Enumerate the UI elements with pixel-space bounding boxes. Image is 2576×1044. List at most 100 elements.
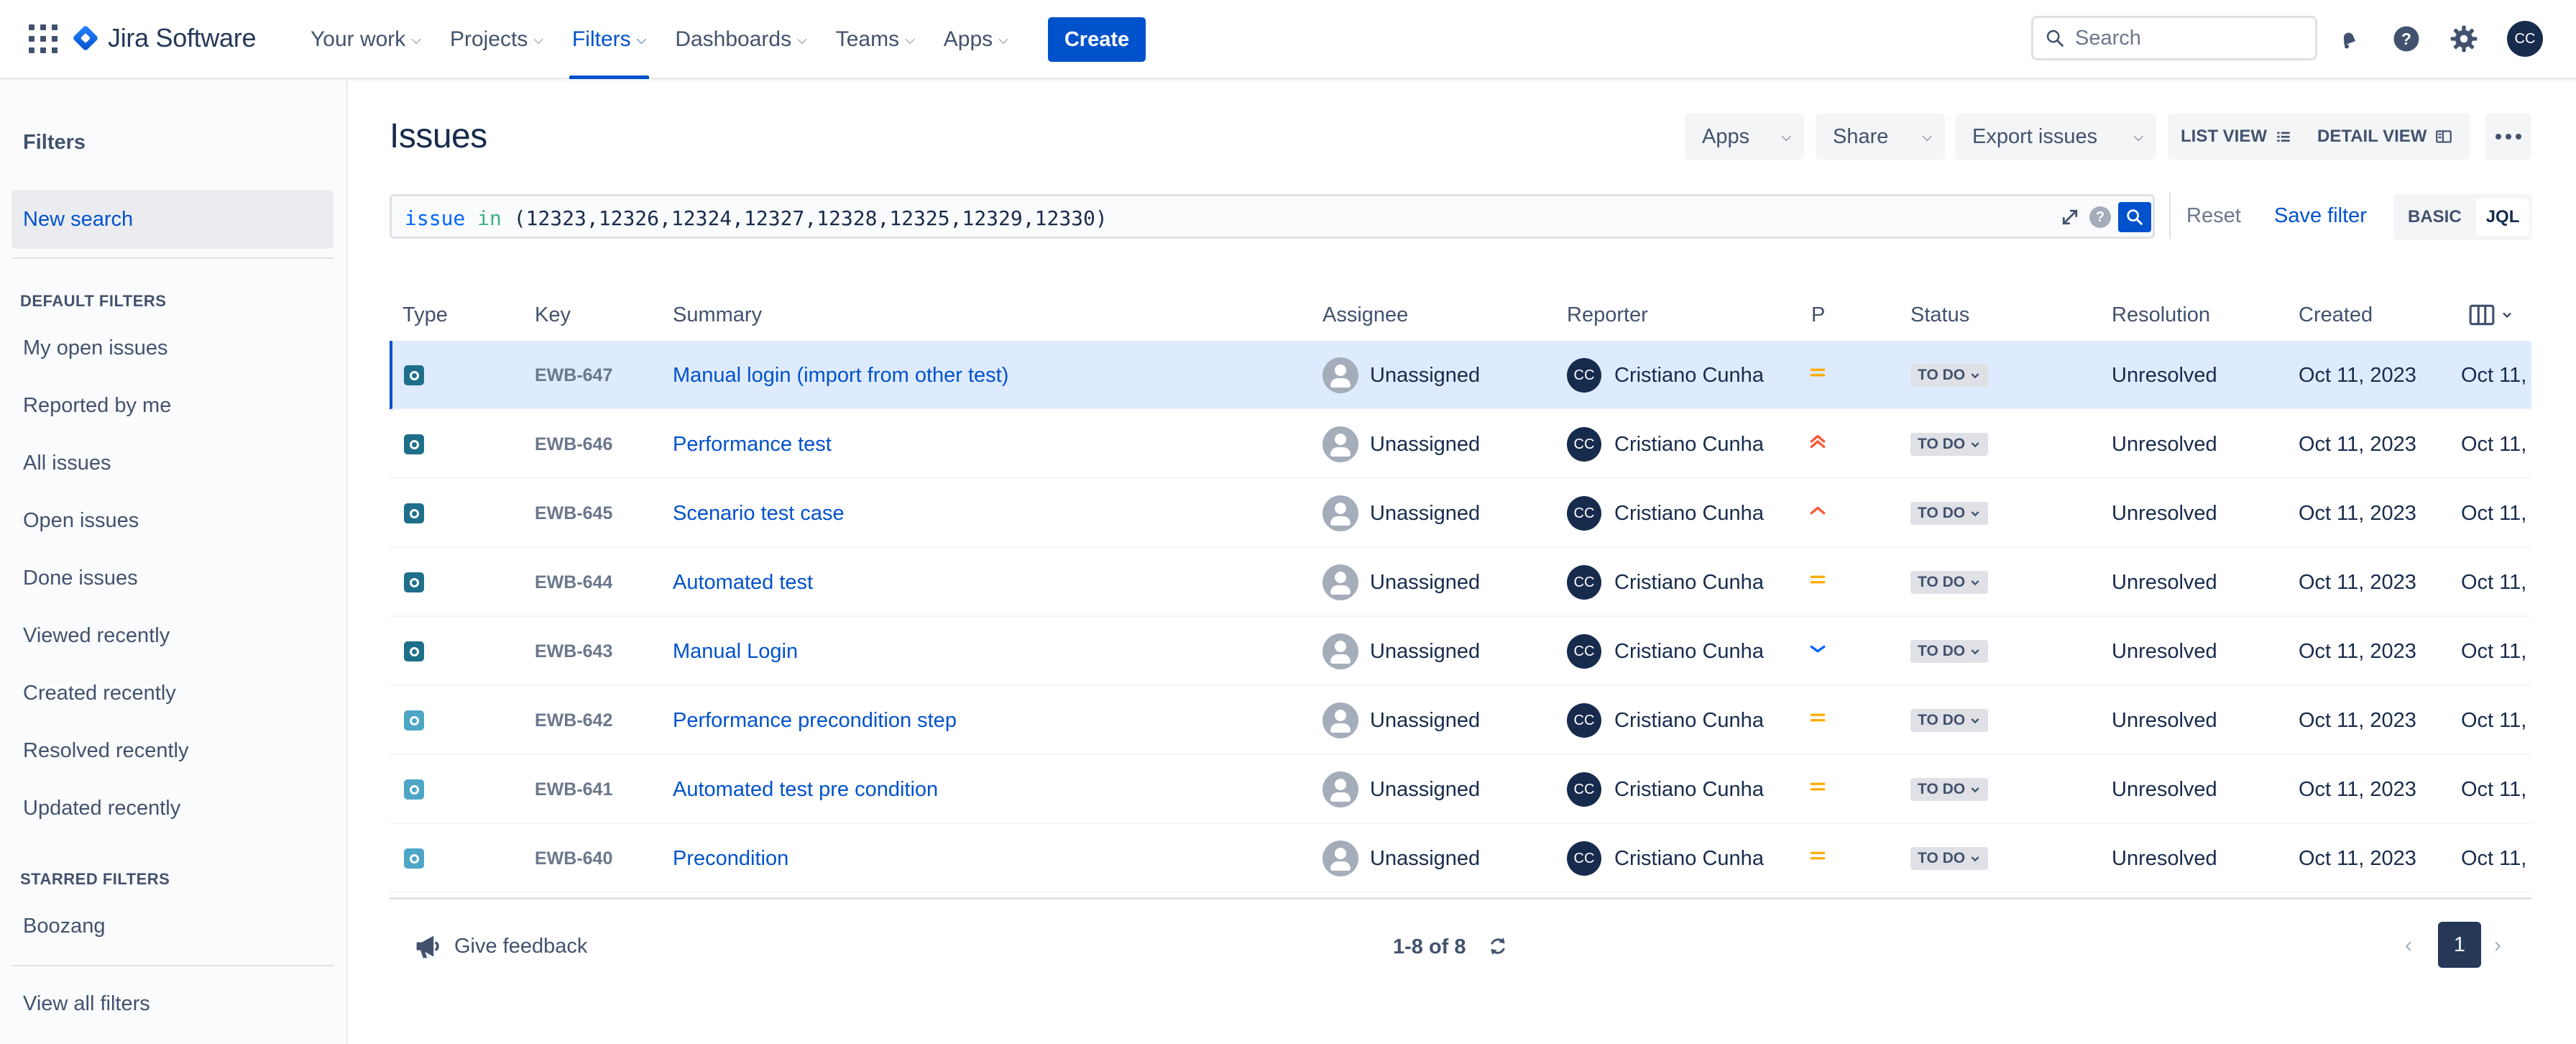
create-button[interactable]: Create (1048, 17, 1146, 62)
reporter-cell[interactable]: CC Cristiano Cunha (1567, 548, 1764, 617)
key-cell[interactable]: EWB-641 (535, 755, 612, 824)
status-badge[interactable]: TO DO (1910, 709, 1989, 732)
previous-page-chevron-icon[interactable]: ‹ (2405, 933, 2412, 958)
status-badge[interactable]: TO DO (1910, 778, 1989, 801)
sidebar-item-created-recently[interactable]: Created recently (23, 682, 176, 705)
reporter-cell[interactable]: CC Cristiano Cunha (1567, 686, 1764, 755)
key-cell[interactable]: EWB-646 (535, 410, 612, 479)
status-cell[interactable]: TO DO (1910, 824, 1989, 893)
table-row[interactable]: EWB-642 Performance precondition step Unas… (390, 686, 2531, 755)
sidebar-item-done-issues[interactable]: Done issues (23, 567, 138, 590)
assignee-cell[interactable]: Unassigned (1322, 548, 1480, 617)
notifications-bell-icon[interactable] (2332, 22, 2366, 56)
save-filter-button[interactable]: Save filter (2274, 204, 2367, 228)
reporter-cell[interactable]: CC Cristiano Cunha (1567, 824, 1764, 893)
column-header-created[interactable]: Created (2299, 303, 2373, 327)
sidebar-item-viewed-recently[interactable]: Viewed recently (23, 624, 170, 648)
key-cell[interactable]: EWB-644 (535, 548, 612, 617)
more-actions-icon[interactable] (2485, 114, 2531, 160)
jql-help-icon[interactable]: ? (2089, 206, 2111, 228)
jira-logo[interactable]: Jira Software (72, 20, 256, 56)
status-cell[interactable]: TO DO (1910, 410, 1989, 479)
sidebar-item-updated-recently[interactable]: Updated recently (23, 797, 180, 820)
nav-your-work[interactable]: Your work ⌵ (310, 0, 421, 79)
next-page-chevron-icon[interactable]: › (2494, 933, 2501, 958)
summary-cell[interactable]: Scenario test case (673, 479, 1305, 548)
issue-summary-link[interactable]: Manual login (import from other test) (673, 364, 1008, 388)
summary-cell[interactable]: Manual login (import from other test) (673, 341, 1305, 410)
column-header-summary[interactable]: Summary (673, 303, 762, 327)
sidebar-item-reported-by-me[interactable]: Reported by me (23, 394, 171, 418)
status-badge[interactable]: TO DO (1910, 571, 1989, 594)
issue-key[interactable]: EWB-640 (535, 848, 612, 869)
status-cell[interactable]: TO DO (1910, 617, 1989, 686)
table-row[interactable]: EWB-647 Manual login (import from other t… (390, 341, 2531, 410)
table-row[interactable]: EWB-644 Automated test Unassigned CC Cristia… (390, 548, 2531, 617)
reporter-cell[interactable]: CC Cristiano Cunha (1567, 341, 1764, 410)
basic-mode-button[interactable]: BASIC (2408, 207, 2462, 227)
sidebar-item-view-all-filters[interactable]: View all filters (23, 992, 150, 1016)
jql-mode-button[interactable]: JQL (2475, 198, 2530, 236)
issue-key[interactable]: EWB-641 (535, 779, 612, 800)
status-cell[interactable]: TO DO (1910, 548, 1989, 617)
nav-teams[interactable]: Teams ⌵ (836, 0, 915, 79)
issue-summary-link[interactable]: Performance precondition step (673, 709, 957, 733)
key-cell[interactable]: EWB-640 (535, 824, 612, 893)
assignee-cell[interactable]: Unassigned (1322, 479, 1480, 548)
status-badge[interactable]: TO DO (1910, 847, 1989, 870)
global-search[interactable] (2031, 16, 2317, 60)
issue-summary-link[interactable]: Scenario test case (673, 502, 845, 526)
key-cell[interactable]: EWB-645 (535, 479, 612, 548)
jql-search-button[interactable] (2118, 202, 2151, 232)
assignee-cell[interactable]: Unassigned (1322, 410, 1480, 479)
status-badge[interactable]: TO DO (1910, 364, 1989, 387)
summary-cell[interactable]: Performance precondition step (673, 686, 1305, 755)
summary-cell[interactable]: Performance test (673, 410, 1305, 479)
jql-query-text[interactable]: issue in (12323,12326,12324,12327,12328,… (405, 206, 1108, 230)
search-input[interactable] (2075, 26, 2291, 50)
issue-key[interactable]: EWB-645 (535, 503, 612, 524)
status-cell[interactable]: TO DO (1910, 755, 1989, 824)
nav-filters[interactable]: Filters ⌵ (569, 0, 650, 79)
column-header-resolution[interactable]: Resolution (2112, 303, 2210, 327)
assignee-cell[interactable]: Unassigned (1322, 824, 1480, 893)
status-cell[interactable]: TO DO (1910, 686, 1989, 755)
detail-view-toggle[interactable]: DETAIL VIEW (2304, 114, 2454, 160)
key-cell[interactable]: EWB-642 (535, 686, 612, 755)
column-header-type[interactable]: Type (402, 303, 448, 327)
issue-key[interactable]: EWB-644 (535, 572, 612, 593)
expand-editor-icon[interactable] (2059, 206, 2081, 233)
reporter-cell[interactable]: CC Cristiano Cunha (1567, 755, 1764, 824)
settings-gear-icon[interactable] (2447, 22, 2481, 56)
assignee-cell[interactable]: Unassigned (1322, 617, 1480, 686)
app-switcher-grid-icon[interactable] (29, 24, 58, 53)
issue-summary-link[interactable]: Precondition (673, 847, 788, 871)
column-header-status[interactable]: Status (1910, 303, 1969, 327)
nav-projects[interactable]: Projects ⌵ (450, 0, 543, 79)
sidebar-item-resolved-recently[interactable]: Resolved recently (23, 739, 189, 763)
sidebar-item-all-issues[interactable]: All issues (23, 452, 111, 475)
reporter-cell[interactable]: CC Cristiano Cunha (1567, 617, 1764, 686)
jql-editor[interactable]: issue in (12323,12326,12324,12327,12328,… (390, 194, 2155, 239)
table-row[interactable]: EWB-645 Scenario test case Unassigned CC Cri… (390, 479, 2531, 548)
list-view-toggle[interactable]: LIST VIEW (2168, 114, 2293, 160)
status-badge[interactable]: TO DO (1910, 433, 1989, 456)
reporter-cell[interactable]: CC Cristiano Cunha (1567, 410, 1764, 479)
status-cell[interactable]: TO DO (1910, 479, 1989, 548)
issue-summary-link[interactable]: Manual Login (673, 640, 798, 664)
issue-key[interactable]: EWB-647 (535, 365, 612, 386)
issue-key[interactable]: EWB-646 (535, 434, 612, 455)
nav-apps[interactable]: Apps ⌵ (944, 0, 1008, 79)
summary-cell[interactable]: Precondition (673, 824, 1305, 893)
issue-summary-link[interactable]: Automated test (673, 571, 813, 595)
assignee-cell[interactable]: Unassigned (1322, 755, 1480, 824)
sidebar-item-my-open-issues[interactable]: My open issues (23, 336, 168, 360)
summary-cell[interactable]: Automated test pre condition (673, 755, 1305, 824)
export-issues-button[interactable]: Export issues ⌵ (1955, 114, 2156, 160)
column-header-assignee[interactable]: Assignee (1322, 303, 1408, 327)
table-row[interactable]: EWB-643 Manual Login Unassigned CC Cristiano… (390, 617, 2531, 686)
help-icon[interactable]: ? (2389, 22, 2424, 56)
issue-key[interactable]: EWB-643 (535, 641, 612, 662)
nav-dashboards[interactable]: Dashboards ⌵ (675, 0, 806, 79)
summary-cell[interactable]: Automated test (673, 548, 1305, 617)
